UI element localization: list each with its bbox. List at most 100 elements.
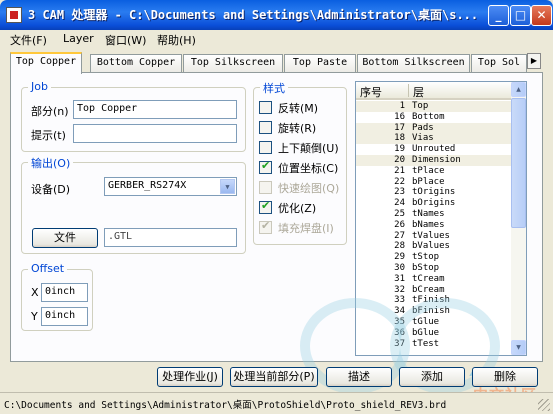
close-button[interactable]: ✕ [531,5,552,26]
scroll-up-icon[interactable]: ▲ [511,82,526,97]
tab-top-silkscreen[interactable]: Top Silkscreen [183,54,283,72]
column-header-layer[interactable]: 层 [413,84,424,100]
layer-row[interactable]: 30 bStop [356,263,513,274]
checkbox-box[interactable] [259,141,272,154]
layer-row[interactable]: 29 tStop [356,252,513,263]
layer-list-body: 1 Top 16 Bottom 17 Pads 18 Vias 19 Unrouted 20 Dime… [356,101,513,349]
layer-row[interactable]: 32 bCream [356,285,513,296]
layer-row[interactable]: 31 tCream [356,274,513,285]
checkbox-label: 优化(Z) [278,202,317,215]
menu-window[interactable]: 窗口(W) [105,32,146,48]
scroll-down-icon[interactable]: ▼ [511,340,526,355]
process-section-button[interactable]: 处理当前部分(P) [230,367,318,387]
layer-number: 26 [394,219,405,230]
add-button[interactable]: 添加 [399,367,465,387]
layer-row[interactable]: 24 bOrigins [356,198,513,209]
offset-y-label: Y [31,310,38,323]
layer-number: 25 [394,208,405,219]
layer-name: tOrigins [412,187,456,198]
checkbox-label: 位置坐标(C) [278,162,339,175]
layer-row[interactable]: 25 tNames [356,209,513,220]
section-name-input[interactable]: Top Copper [73,100,237,119]
file-extension-input[interactable]: .GTL [104,228,237,247]
layer-name: bPlace [412,176,445,187]
layer-number: 17 [394,122,405,133]
layer-row[interactable]: 27 tValues [356,231,513,242]
layer-name: Bottom [412,111,445,122]
layer-row[interactable]: 36 bGlue [356,328,513,339]
menu-layer[interactable]: Layer [63,32,94,45]
layer-name: bFinish [412,306,450,317]
layer-row[interactable]: 33 tFinish [356,295,513,306]
file-button[interactable]: 文件 [32,228,98,248]
checkbox-box[interactable] [259,121,272,134]
describe-button[interactable]: 描述 [326,367,392,387]
layer-list[interactable]: 序号 层 1 Top 16 Bottom 17 Pads 18 Vias 19 Unrouted 2… [355,81,527,356]
layer-row[interactable]: 1 Top [356,101,513,112]
prompt-input[interactable] [73,124,237,143]
tab-bottom-copper[interactable]: Bottom Copper [90,54,182,72]
maximize-button[interactable]: □ [510,5,531,26]
resize-grip-icon[interactable] [538,399,550,411]
chevron-down-icon[interactable]: ▼ [220,179,235,194]
tab-top-copper[interactable]: Top Copper [10,52,82,74]
vertical-scrollbar[interactable]: ▲ ▼ [511,82,526,355]
layer-name: bNames [412,219,445,230]
layer-row[interactable]: 35 tGlue [356,317,513,328]
layer-row[interactable]: 17 Pads [356,122,513,134]
minimize-button[interactable]: _ [488,5,509,26]
layer-number: 34 [394,306,405,317]
checkbox-label: 上下颠倒(U) [278,142,339,155]
offset-x-label: X [31,286,39,299]
layer-row[interactable]: 26 bNames [356,220,513,231]
menu-bar: 文件(F) Layer 窗口(W) 帮助(H) [0,30,553,48]
layer-row[interactable]: 23 tOrigins [356,187,513,198]
layer-number: 36 [394,327,405,338]
device-select[interactable]: GERBER_RS274X ▼ [104,177,237,196]
layer-row[interactable]: 18 Vias [356,133,513,145]
layer-number: 1 [399,101,405,111]
job-group-title: Job [28,80,51,93]
layer-row[interactable]: 16 Bottom [356,112,513,123]
layer-row[interactable]: 22 bPlace [356,177,513,188]
layer-number: 20 [394,154,405,165]
layer-row[interactable]: 28 bValues [356,241,513,252]
tab-scroll-right-icon[interactable]: ▶ [527,53,541,69]
tab-bottom-silkscreen[interactable]: Bottom Silkscreen [357,54,470,72]
layer-row[interactable]: 21 tPlace [356,166,513,177]
checkbox-label: 快速绘图(Q) [278,182,340,195]
menu-file[interactable]: 文件(F) [10,32,47,48]
layer-row[interactable]: 37 tTest [356,339,513,350]
layer-row[interactable]: 20 Dimension [356,154,513,166]
layer-name: bGlue [412,327,440,338]
layer-number: 37 [394,338,405,349]
column-divider[interactable] [408,84,409,97]
status-file-path: C:\Documents and Settings\Administrator\… [4,400,447,411]
layer-name: bValues [412,241,450,252]
layer-list-header: 序号 层 [356,82,513,100]
device-select-value: GERBER_RS274X [108,180,187,191]
layer-row[interactable]: 19 Unrouted [356,144,513,155]
offset-y-input[interactable]: 0inch [41,307,88,326]
checkbox-box[interactable] [259,159,272,174]
scrollbar-thumb[interactable] [511,98,526,228]
layer-number: 30 [394,262,405,273]
tab-top-solder[interactable]: Top Sol [471,54,527,72]
tab-top-paste[interactable]: Top Paste [284,54,356,72]
menu-help[interactable]: 帮助(H) [157,32,196,48]
layer-name: tStop [412,252,440,263]
layer-name: bStop [412,262,440,273]
prompt-label: 提示(t) [31,129,66,142]
layer-name: Top [412,101,429,111]
checkbox-box[interactable] [259,199,272,214]
checkbox-box[interactable] [259,101,272,114]
delete-button[interactable]: 删除 [472,367,538,387]
layer-number: 31 [394,273,405,284]
offset-x-input[interactable]: 0inch [41,283,88,302]
process-job-button[interactable]: 处理作业(J) [157,367,223,387]
checkbox-label: 填充焊盘(I) [278,222,334,235]
column-header-number[interactable]: 序号 [360,84,382,100]
device-label: 设备(D) [31,183,71,196]
layer-row[interactable]: 34 bFinish [356,306,513,317]
app-icon[interactable] [6,7,22,23]
